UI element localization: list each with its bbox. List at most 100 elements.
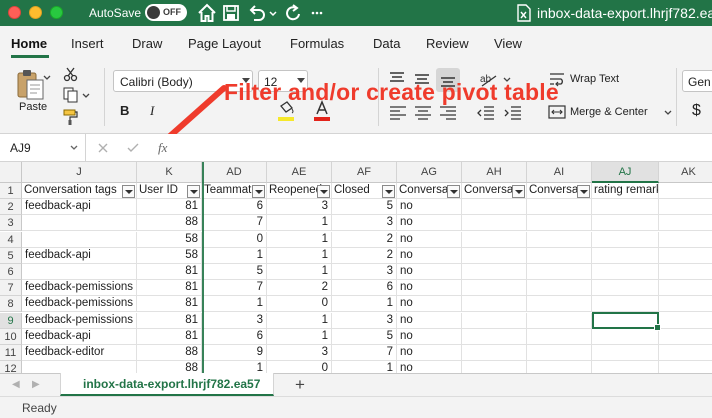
column-header-ah[interactable]: AH (462, 162, 527, 183)
table-cell[interactable] (22, 215, 137, 232)
table-cell[interactable] (659, 264, 712, 280)
table-cell[interactable]: 88 (137, 361, 202, 373)
row-header[interactable]: 7 (0, 280, 22, 297)
table-cell[interactable] (462, 215, 527, 232)
undo-icon[interactable] (246, 2, 268, 24)
table-cell[interactable] (22, 361, 137, 373)
filter-dropdown-icon[interactable] (512, 184, 525, 198)
table-cell[interactable]: 1 (267, 312, 332, 329)
table-cell[interactable]: 3 (332, 215, 397, 232)
table-cell[interactable]: 3 (202, 312, 267, 329)
table-cell[interactable]: feedback-pemissions (22, 296, 137, 313)
table-cell[interactable] (462, 199, 527, 216)
table-cell[interactable]: 6 (332, 280, 397, 297)
table-cell[interactable]: no (397, 328, 462, 345)
table-cell[interactable] (22, 264, 137, 280)
table-cell[interactable]: 7 (202, 215, 267, 232)
column-header-af[interactable]: AF (332, 162, 397, 183)
table-cell[interactable]: 3 (267, 345, 332, 361)
row-header[interactable]: 6 (0, 264, 22, 280)
align-left-icon[interactable] (388, 104, 408, 122)
table-cell[interactable] (592, 215, 659, 232)
table-cell[interactable] (22, 231, 137, 248)
table-cell[interactable]: no (397, 280, 462, 297)
row-header[interactable]: 3 (0, 215, 22, 232)
table-cell[interactable] (527, 345, 592, 361)
table-cell[interactable]: 88 (137, 215, 202, 232)
copy-dropdown-icon[interactable] (82, 92, 90, 100)
autosave-toggle[interactable]: OFF (145, 4, 187, 21)
table-cell[interactable] (592, 280, 659, 297)
table-cell[interactable] (527, 199, 592, 216)
filter-dropdown-icon[interactable] (447, 184, 460, 198)
row-header[interactable]: 11 (0, 345, 22, 361)
tab-draw[interactable]: Draw (132, 36, 162, 51)
table-cell[interactable] (592, 296, 659, 313)
table-cell[interactable] (659, 232, 712, 248)
scissors-icon[interactable] (63, 66, 79, 82)
table-cell[interactable] (659, 215, 712, 232)
table-cell[interactable]: 3 (267, 199, 332, 216)
table-cell[interactable]: feedback-pemissions (22, 312, 137, 329)
minimize-window-button[interactable] (29, 6, 42, 19)
table-cell[interactable]: no (397, 296, 462, 313)
table-cell[interactable]: 81 (137, 280, 202, 297)
align-right-icon[interactable] (438, 104, 458, 122)
copy-icon[interactable] (62, 87, 80, 103)
name-box-dropdown-icon[interactable] (70, 144, 78, 152)
table-cell[interactable] (592, 328, 659, 345)
table-cell[interactable]: no (397, 345, 462, 361)
table-cell[interactable] (592, 264, 659, 280)
column-header-ai[interactable]: AI (527, 162, 592, 183)
table-cell[interactable]: 1 (267, 247, 332, 264)
table-cell[interactable]: 3 (332, 264, 397, 280)
table-cell[interactable] (462, 361, 527, 373)
select-all-corner[interactable] (0, 162, 22, 183)
close-window-button[interactable] (8, 6, 21, 19)
undo-dropdown-icon[interactable] (268, 2, 278, 24)
filter-dropdown-icon[interactable] (577, 184, 590, 198)
table-cell[interactable]: 9 (202, 345, 267, 361)
table-cell[interactable]: 3 (332, 312, 397, 329)
table-cell[interactable]: no (397, 231, 462, 248)
table-cell[interactable] (527, 296, 592, 313)
table-cell[interactable]: 2 (332, 231, 397, 248)
table-cell[interactable]: 1 (202, 247, 267, 264)
header-cell[interactable]: rating remark (592, 183, 659, 199)
table-cell[interactable] (659, 248, 712, 264)
wrap-text-button[interactable]: Wrap Text (570, 73, 619, 85)
table-cell[interactable]: 81 (137, 296, 202, 313)
table-cell[interactable] (659, 313, 712, 329)
filter-dropdown-icon[interactable] (317, 184, 330, 198)
redo-icon[interactable] (282, 2, 304, 24)
number-format-select[interactable]: Gen (682, 70, 712, 92)
column-header-aj[interactable]: AJ (592, 162, 659, 183)
increase-indent-icon[interactable] (503, 104, 523, 122)
table-cell[interactable] (527, 361, 592, 373)
next-sheet-icon[interactable]: ▶ (32, 379, 40, 390)
table-cell[interactable] (462, 280, 527, 297)
table-cell[interactable]: 1 (267, 231, 332, 248)
align-center-icon[interactable] (413, 104, 433, 122)
table-cell[interactable]: 1 (267, 328, 332, 345)
table-cell[interactable] (462, 312, 527, 329)
table-cell[interactable]: 0 (267, 361, 332, 373)
filter-dropdown-icon[interactable] (382, 184, 395, 198)
table-cell[interactable]: 81 (137, 264, 202, 280)
table-cell[interactable]: feedback-api (22, 199, 137, 216)
table-cell[interactable]: no (397, 247, 462, 264)
table-cell[interactable]: 81 (137, 312, 202, 329)
table-cell[interactable]: 0 (267, 296, 332, 313)
table-cell[interactable]: feedback-api (22, 328, 137, 345)
column-header-k[interactable]: K (137, 162, 202, 183)
table-cell[interactable]: 5 (332, 328, 397, 345)
table-cell[interactable]: 5 (332, 199, 397, 216)
table-cell[interactable]: no (397, 199, 462, 216)
prev-sheet-icon[interactable]: ◀ (12, 379, 20, 390)
row-header[interactable]: 5 (0, 247, 22, 264)
sheet-tab-active[interactable]: inbox-data-export.lhrjf782.ea57 (60, 373, 274, 396)
table-cell[interactable]: 1 (267, 215, 332, 232)
merge-center-button[interactable]: Merge & Center (570, 106, 648, 118)
merge-center-icon[interactable] (548, 104, 566, 120)
header-cell[interactable]: Conversation tags (22, 183, 137, 199)
